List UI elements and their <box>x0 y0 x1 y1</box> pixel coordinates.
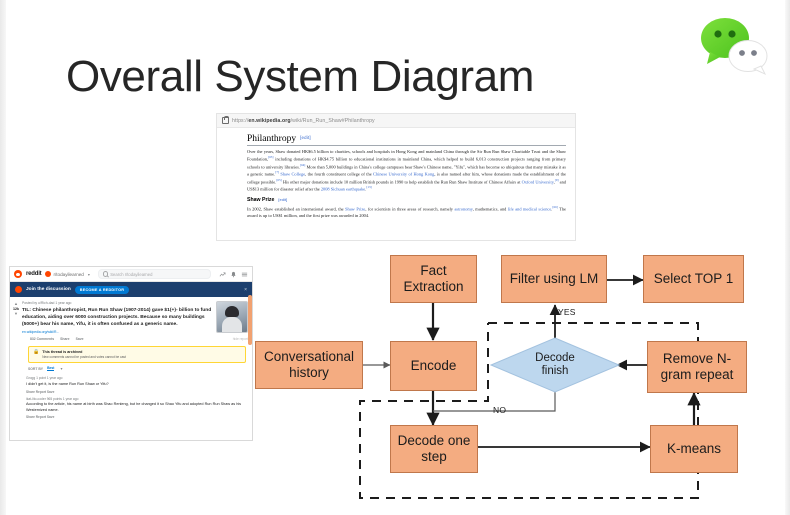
wikipedia-article-body: Philanthropy [edit] Over the years, Shaw … <box>217 128 575 220</box>
wiki-section-heading-philanthropy: Philanthropy [edit] <box>247 134 566 147</box>
reddit-screenshot: reddit r/todayilearned ▾ Search r/todayi… <box>9 266 253 441</box>
node-label-line1: Conversational <box>263 349 355 365</box>
node-label: Remove N- gram repeat <box>661 351 734 383</box>
node-remove-ngram-repeat[interactable]: Remove N- gram repeat <box>647 341 747 393</box>
chevron-down-icon: ▾ <box>60 366 63 372</box>
vote-column: ▲ 12k ▼ <box>13 301 19 334</box>
node-label-line2: step <box>421 449 447 464</box>
post-actions: 832 Comments Share Save hide report <box>10 336 252 344</box>
node-label-line2: gram repeat <box>660 367 734 382</box>
wechat-logo <box>697 14 769 76</box>
wiki-edit-link[interactable]: [edit] <box>300 135 311 140</box>
node-label-line1: Fact <box>420 263 447 279</box>
wikipedia-screenshot: https://en.wikipedia.org/wiki/Run_Run_Sh… <box>216 113 576 241</box>
reddit-header: reddit r/todayilearned ▾ Search r/todayi… <box>10 267 252 282</box>
wiki-edit-link-2[interactable]: [edit] <box>278 197 287 202</box>
node-conversational-history[interactable]: Conversational history <box>255 341 363 389</box>
node-label-line2: history <box>289 365 329 380</box>
node-label: Decode finish <box>535 352 575 378</box>
post-title[interactable]: TIL: Chinese philanthropist, Run Run Sha… <box>22 307 213 328</box>
close-icon[interactable]: × <box>244 287 247 293</box>
comment-meta: ikat-lito-coder 965 points 1 year ago <box>26 396 79 401</box>
reddit-post: ▲ 12k ▼ Posted by u/Rich-dad 1 year ago … <box>10 297 252 336</box>
chevron-down-icon: ▾ <box>87 271 90 277</box>
trending-icon[interactable] <box>219 271 226 278</box>
subreddit-selector[interactable]: r/todayilearned ▾ <box>45 271 90 277</box>
reddit-logo-icon[interactable] <box>14 270 22 278</box>
become-a-redditor-button[interactable]: BECOME A REDDITOR <box>74 285 130 294</box>
notice-title: This thread is archived <box>42 350 83 355</box>
hide-report-actions[interactable]: hide report <box>233 337 248 341</box>
search-input[interactable]: Search r/todayilearned <box>97 269 211 279</box>
search-placeholder: Search r/todayilearned <box>110 271 153 277</box>
node-decode-one-step[interactable]: Decode one step <box>390 425 478 473</box>
node-label-line1: Remove N- <box>662 351 732 367</box>
list-item: ikat-lito-coder 965 points 1 year ago Ac… <box>10 394 252 420</box>
downvote-arrow-icon[interactable]: ▼ <box>14 312 18 316</box>
comment-text: According to the article, his name at bi… <box>26 402 242 412</box>
post-link[interactable]: en.wikipedia.org/wiki/R... <box>22 330 213 334</box>
slide-left-edge <box>0 0 6 515</box>
flowchart: Fact Extraction Filter using LM Select T… <box>250 245 790 515</box>
lock-icon <box>222 115 229 124</box>
comment-sort[interactable]: SORT BY Best ▾ <box>10 363 252 373</box>
post-body: Posted by u/Rich-dad 1 year ago TIL: Chi… <box>22 301 213 334</box>
reddit-logo-icon-banner <box>15 286 22 293</box>
subreddit-name: r/todayilearned <box>53 271 84 277</box>
comment-meta: Grogg 1 point 1 year ago <box>26 376 63 381</box>
archived-notice: 🔒 This thread is archived New comments c… <box>28 346 246 364</box>
node-label-line2: finish <box>541 365 569 377</box>
wiki-heading-text: Philanthropy <box>247 134 297 144</box>
upvote-arrow-icon[interactable]: ▲ <box>14 302 18 306</box>
save-action[interactable]: Save <box>76 337 84 341</box>
node-decode-finish[interactable]: Decode finish <box>490 337 620 393</box>
page-title: Overall System Diagram <box>66 52 534 101</box>
lock-icon: 🔒 <box>33 349 40 356</box>
hamburger-menu-icon[interactable] <box>241 271 248 278</box>
share-action[interactable]: Share <box>60 337 69 341</box>
wiki-heading2-text: Shaw Prize <box>247 196 275 203</box>
url-text: https://en.wikipedia.org/wiki/Run_Run_Sh… <box>232 117 375 124</box>
node-fact-extraction[interactable]: Fact Extraction <box>390 255 477 303</box>
wiki-paragraph-shaw-prize: In 2002, Shaw established an internation… <box>247 204 567 219</box>
post-meta: Posted by u/Rich-dad 1 year ago <box>22 301 72 305</box>
edge-label-no: NO <box>493 405 507 415</box>
subreddit-icon <box>45 271 52 277</box>
comment-actions[interactable]: Share Report Save <box>26 415 246 419</box>
node-k-means[interactable]: K-means <box>650 425 738 473</box>
slide-canvas: Overall System Diagram https://en.wikipe… <box>0 0 790 515</box>
node-label: Conversational history <box>264 349 354 381</box>
node-filter-using-lm[interactable]: Filter using LM <box>501 255 607 303</box>
sort-label: SORT BY <box>28 366 44 371</box>
node-select-top-1[interactable]: Select TOP 1 <box>643 255 744 303</box>
comment-text: I didn't get it, is the name Run Run Sha… <box>26 381 109 386</box>
reddit-wordmark: reddit <box>26 271 42 277</box>
wiki-section-heading-shaw-prize: Shaw Prize [edit] <box>247 197 566 203</box>
notice-subtitle: New comments cannot be posted and votes … <box>42 355 126 360</box>
node-label-line2: Extraction <box>403 279 464 294</box>
join-discussion-banner: Join the discussion BECOME A REDDITOR × <box>10 282 252 297</box>
banner-title: Join the discussion <box>26 287 71 292</box>
node-label-line1: Decode <box>535 351 575 364</box>
bell-icon[interactable] <box>230 271 237 278</box>
post-thumbnail[interactable] <box>216 301 248 333</box>
edge-label-yes: YES <box>558 307 576 317</box>
node-label: Decode one step <box>398 433 471 465</box>
search-icon <box>102 271 109 277</box>
list-item: Grogg 1 point 1 year ago I didn't get it… <box>10 373 252 393</box>
node-encode[interactable]: Encode <box>390 341 477 391</box>
comments-action[interactable]: 832 Comments <box>30 337 54 341</box>
node-label: Fact Extraction <box>403 263 463 295</box>
sort-value[interactable]: Best <box>47 366 55 372</box>
node-label-line1: Decode one <box>397 433 471 449</box>
wiki-paragraph-philanthropy: Over the years, Shaw donated HK$6.5 bill… <box>247 149 566 192</box>
browser-url-bar[interactable]: https://en.wikipedia.org/wiki/Run_Run_Sh… <box>217 114 575 128</box>
